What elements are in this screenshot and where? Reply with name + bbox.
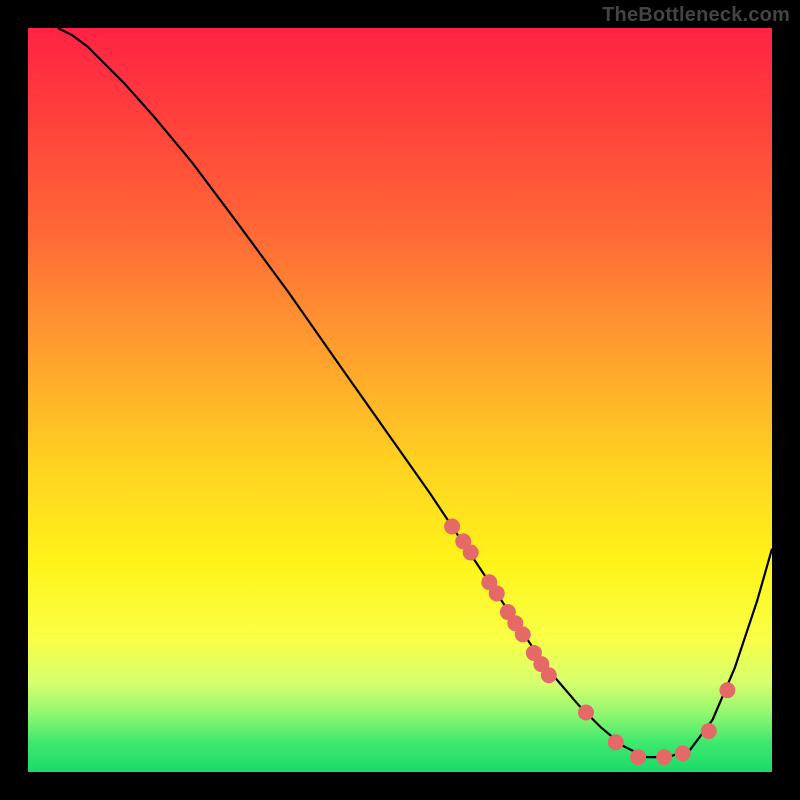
curve-marker <box>578 704 594 720</box>
curve-marker <box>630 749 646 765</box>
curve-marker <box>675 745 691 761</box>
curve-chart <box>28 28 772 772</box>
curve-marker <box>444 518 460 534</box>
curve-marker <box>608 734 624 750</box>
curve-marker <box>515 626 531 642</box>
curve-marker <box>463 545 479 561</box>
curve-marker <box>489 585 505 601</box>
chart-page: TheBottleneck.com <box>0 0 800 800</box>
watermark-label: TheBottleneck.com <box>602 4 790 27</box>
curve-marker <box>701 723 717 739</box>
curve-path <box>58 28 772 757</box>
curve-marker <box>656 749 672 765</box>
plot-area <box>28 28 772 772</box>
curve-marker <box>541 667 557 683</box>
curve-markers <box>444 518 735 765</box>
curve-marker <box>719 682 735 698</box>
